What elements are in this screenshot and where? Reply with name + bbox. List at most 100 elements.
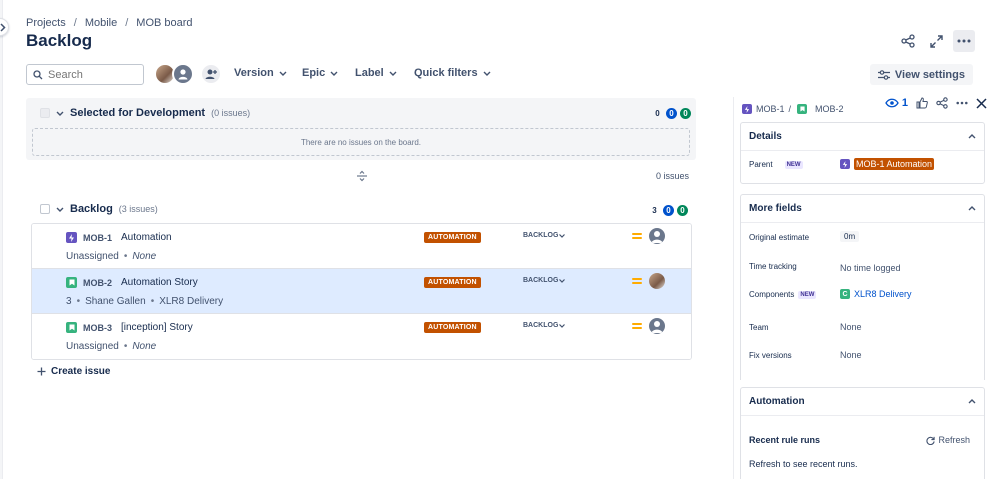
details-header[interactable]: Details [741,123,984,151]
sidebar-expand-button[interactable] [0,18,9,36]
breadcrumb-mobile[interactable]: Mobile [85,17,117,29]
watch-count: 1 [901,97,908,109]
issue-key[interactable]: MOB-3 [83,323,112,333]
details-title: Details [749,131,782,142]
breadcrumb-separator: / [73,17,77,29]
in-progress-count: 0 [663,205,674,216]
status-label: BACKLOG [523,277,559,284]
parent-value[interactable]: MOB-1 Automation [840,158,935,170]
view-settings-button[interactable]: View settings [869,64,973,85]
fix-versions-value[interactable]: None [840,350,862,360]
sprint-issue-count: (0 issues) [211,108,251,118]
refresh-button[interactable]: Refresh [926,435,970,445]
label-lozenge: AUTOMATION [424,277,481,288]
story-icon [66,322,77,333]
issue-key[interactable]: MOB-2 [83,278,112,288]
label-lozenge: AUTOMATION [424,322,481,333]
sidebar-edge [0,0,3,479]
view-settings-label: View settings [894,68,965,81]
meta-separator: • [123,251,128,262]
in-progress-count: 0 [666,108,677,119]
status-dropdown[interactable]: BACKLOG [523,322,566,329]
issue-summary: Automation Story [121,277,198,288]
chevron-down-icon [389,71,397,76]
status-dropdown[interactable]: BACKLOG [523,277,566,284]
quick-filters[interactable]: Quick filters [414,67,491,79]
issue-assignee-text: Unassigned [66,251,119,262]
create-issue-label: Create issue [51,366,111,377]
search-field[interactable] [26,64,144,85]
add-people-button[interactable] [200,63,222,85]
share-icon[interactable] [936,97,948,109]
thumbs-up-icon[interactable] [916,97,928,109]
more-fields-title: More fields [749,203,802,214]
add-user-icon [205,69,217,79]
automation-title: Automation [749,396,805,407]
drag-handle-icon[interactable] [356,170,368,182]
sprint-header[interactable]: Selected for Development (0 issues) [40,107,250,119]
original-estimate-field[interactable]: 0m [840,231,860,242]
story-points: 3 [66,296,72,307]
sprint-checkbox[interactable] [40,108,50,118]
user-icon [651,231,663,243]
more-icon[interactable] [956,101,968,105]
fullscreen-button[interactable] [925,30,947,52]
refresh-icon [926,436,936,445]
done-count: 0 [680,108,691,119]
issue-meta-line: 3 • Shane Gallen • XLR8 Delivery [66,296,223,307]
more-fields-header[interactable]: More fields [741,195,984,223]
label-lozenge: AUTOMATION [424,232,481,243]
chevron-right-icon [0,23,6,32]
breadcrumb: Projects / Mobile / MOB board [26,17,193,29]
assignee-avatar[interactable] [649,318,665,334]
recent-rule-runs-label: Recent rule runs [749,435,821,445]
automation-hint: Refresh to see recent runs. [749,459,858,469]
share-button[interactable] [897,30,919,52]
sprint-selected-for-development: Selected for Development (0 issues) 0 0 … [26,98,696,160]
parent-issue-link[interactable]: MOB-1 [756,104,785,114]
time-tracking-value[interactable]: No time logged [840,263,901,273]
issue-title-line: MOB-1 Automation [66,232,172,243]
user-icon [651,321,663,333]
assignee-avatar[interactable] [649,228,665,244]
automation-header[interactable]: Automation [741,388,984,416]
backlog-status-counts: 3 0 0 [649,205,688,216]
team-value[interactable]: None [840,322,862,332]
issue-key[interactable]: MOB-1 [83,233,112,243]
backlog-checkbox[interactable] [40,204,50,214]
more-actions-button[interactable] [953,30,975,52]
create-issue-button[interactable]: Create issue [37,366,110,377]
issue-key-link[interactable]: MOB-2 [815,104,844,114]
empty-sprint-dropzone[interactable]: There are no issues on the board. [32,128,690,156]
epic-filter[interactable]: Epic [302,67,338,79]
eye-icon [885,98,899,108]
meta-separator: • [123,341,128,352]
search-input[interactable] [48,68,138,81]
label-filter[interactable]: Label [355,67,397,79]
avatar-unassigned[interactable] [172,63,194,85]
epic-icon [840,159,850,169]
components-value[interactable]: C XLR8 Delivery [840,289,912,299]
priority-medium-icon [632,278,642,286]
issue-row-mob-3[interactable]: MOB-3 [inception] Story Unassigned • Non… [32,314,691,359]
issue-assignee-name: Shane Gallen [85,296,146,307]
watch-button[interactable]: 1 [885,97,908,109]
status-dropdown[interactable]: BACKLOG [523,232,566,239]
story-icon [797,104,808,114]
share-icon [901,34,915,48]
issue-row-mob-2[interactable]: MOB-2 Automation Story 3 • Shane Gallen … [32,269,691,314]
breadcrumb-projects[interactable]: Projects [26,17,66,29]
automation-section: Automation Recent rule runs Refresh Refr… [740,387,985,479]
details-section: Details Parent NEW MOB-1 Automation [740,122,985,184]
sprint-footer-count: 0 issues [655,171,689,181]
close-icon[interactable] [976,97,987,109]
breadcrumb-board[interactable]: MOB board [136,17,192,29]
version-filter[interactable]: Version [234,67,287,79]
assignee-avatar[interactable] [649,273,665,289]
chevron-up-icon [968,206,976,211]
backlog-header[interactable]: Backlog (3 issues) [40,203,158,215]
more-icon [957,39,971,43]
search-icon [33,69,43,79]
original-estimate-label: Original estimate [749,233,810,242]
issue-row-mob-1[interactable]: MOB-1 Automation Unassigned • None AUTOM… [32,224,691,269]
